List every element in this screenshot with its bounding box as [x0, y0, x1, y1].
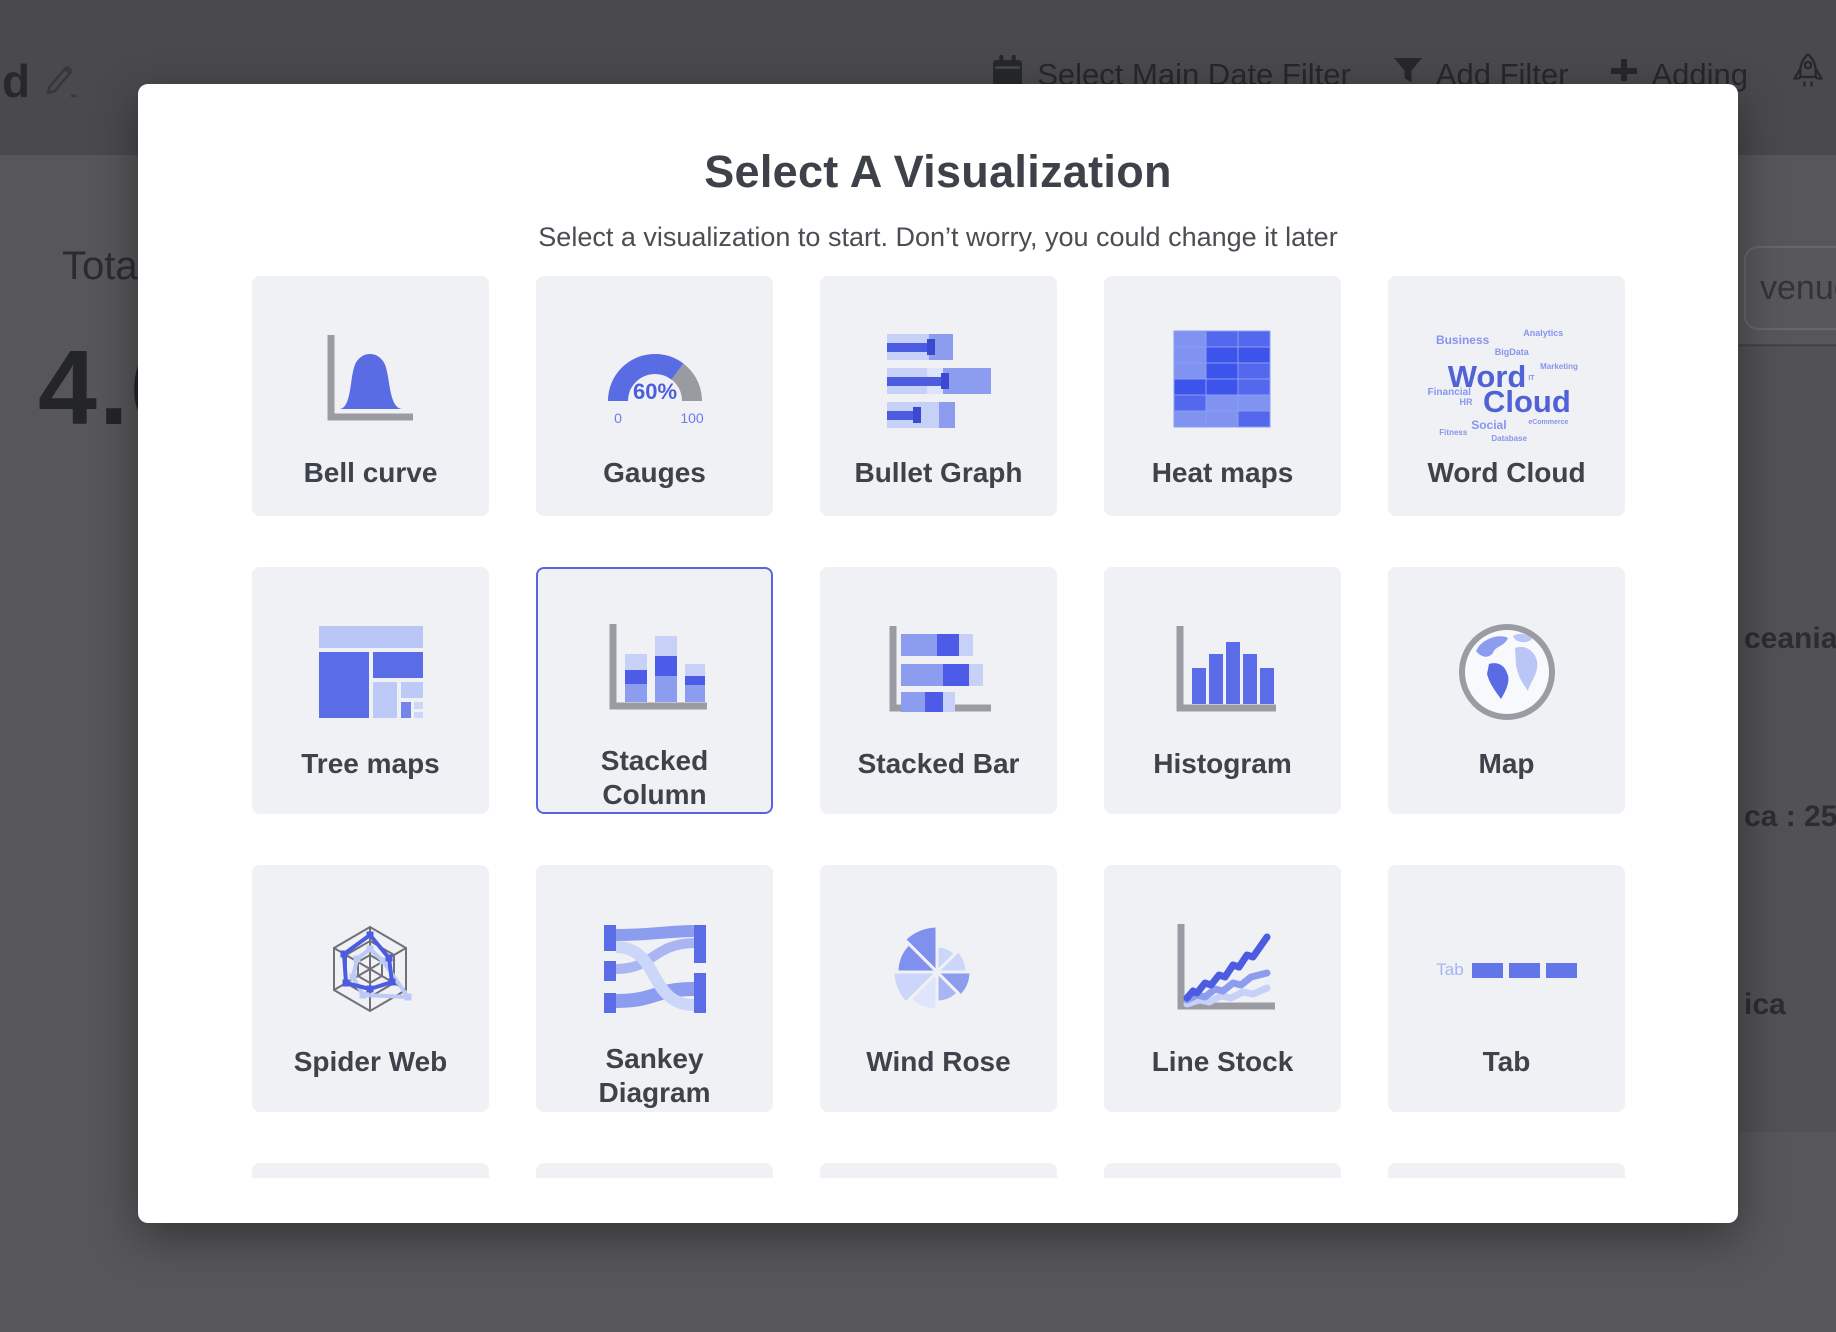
tab-icon: Tab	[1390, 911, 1623, 1029]
viz-card-label: Tree maps	[289, 747, 452, 781]
viz-card-partial[interactable]	[1388, 1163, 1625, 1178]
word-cloud-word: Marketing	[1540, 363, 1578, 371]
wind-rose-icon	[822, 911, 1055, 1029]
heat-maps-icon	[1106, 322, 1339, 440]
legend-item: ceania : 8	[1744, 622, 1836, 656]
viz-card-partial[interactable]	[536, 1163, 773, 1178]
viz-card-stacked-bar[interactable]: Stacked Bar	[820, 567, 1057, 814]
viz-card-wind-rose[interactable]: Wind Rose	[820, 865, 1057, 1112]
revenue-pill-button[interactable]: venue	[1744, 246, 1836, 330]
svg-text:60%: 60%	[632, 379, 676, 404]
spider-web-icon	[254, 911, 487, 1029]
background-metric-label: Tota	[62, 244, 138, 289]
dialog-title: Select A Visualization	[138, 84, 1738, 198]
sankey-diagram-icon	[538, 911, 771, 1026]
viz-card-sankey-diagram[interactable]: Sankey Diagram	[536, 865, 773, 1112]
viz-card-word-cloud[interactable]: BusinessAnalyticsBigDataWordMarketingITF…	[1388, 276, 1625, 516]
viz-grid: Bell curve 60% 0 100 Gauges Bullet Graph…	[252, 276, 1625, 1178]
viz-card-stacked-column[interactable]: Stacked Column	[536, 567, 773, 814]
word-cloud-word: Social	[1471, 419, 1506, 431]
svg-text:100: 100	[680, 410, 704, 426]
viz-card-label: Spider Web	[282, 1045, 460, 1079]
viz-card-label: Line Stock	[1140, 1045, 1306, 1079]
viz-card-spider-web[interactable]: Spider Web	[252, 865, 489, 1112]
page: { "background": { "dashboard_title_fragm…	[0, 0, 1836, 1332]
rocket-icon	[1790, 52, 1826, 98]
word-cloud-word: eCommerce	[1528, 419, 1568, 426]
viz-card-label: Bell curve	[292, 456, 450, 490]
dashboard-title-fragment: d	[2, 54, 30, 108]
revenue-pill-label: venue	[1760, 269, 1836, 308]
word-cloud-icon: BusinessAnalyticsBigDataWordMarketingITF…	[1390, 322, 1623, 440]
viz-card-partial[interactable]	[252, 1163, 489, 1178]
viz-card-bell-curve[interactable]: Bell curve	[252, 276, 489, 516]
word-cloud-word: BigData	[1495, 348, 1529, 357]
viz-card-label: Histogram	[1141, 747, 1303, 781]
viz-card-label: Gauges	[591, 456, 718, 490]
viz-card-label: Tab	[1471, 1045, 1543, 1079]
viz-card-gauges[interactable]: 60% 0 100 Gauges	[536, 276, 773, 516]
viz-card-line-stock[interactable]: Line Stock	[1104, 865, 1341, 1112]
word-cloud-word: Fitness	[1439, 429, 1467, 437]
gauges-icon: 60% 0 100	[538, 322, 771, 440]
word-cloud-word: Cloud	[1483, 386, 1571, 417]
word-cloud-word: Database	[1491, 435, 1527, 443]
viz-card-bullet-graph[interactable]: Bullet Graph	[820, 276, 1057, 516]
word-cloud-word: HR	[1459, 398, 1472, 407]
viz-card-map[interactable]: Map	[1388, 567, 1625, 814]
viz-card-label: Sankey Diagram	[538, 1042, 771, 1110]
viz-card-label: Map	[1467, 747, 1547, 781]
svg-text:0: 0	[614, 410, 622, 426]
legend-item: ca : 25.95	[1744, 800, 1836, 834]
edit-pencil-icon[interactable]	[42, 62, 78, 107]
stacked-bar-icon	[822, 613, 1055, 731]
map-icon	[1390, 613, 1623, 731]
word-cloud-word: Analytics	[1523, 329, 1563, 338]
viz-card-label: Stacked Column	[538, 744, 771, 812]
viz-card-label: Heat maps	[1140, 456, 1306, 490]
viz-card-label: Stacked Bar	[846, 747, 1032, 781]
bell-curve-icon	[254, 322, 487, 440]
background-divider	[1738, 344, 1836, 347]
legend-item: ica	[1744, 988, 1786, 1022]
viz-card-label: Word Cloud	[1415, 456, 1597, 490]
viz-card-partial[interactable]	[1104, 1163, 1341, 1178]
stacked-column-icon	[538, 613, 771, 728]
line-stock-icon	[1106, 911, 1339, 1029]
select-visualization-dialog: Select A Visualization Select a visualiz…	[138, 84, 1738, 1223]
word-cloud-word: Business	[1436, 334, 1489, 346]
viz-card-heat-maps[interactable]: Heat maps	[1104, 276, 1341, 516]
launch-button[interactable]	[1790, 52, 1826, 98]
viz-card-tab[interactable]: Tab Tab	[1388, 865, 1625, 1112]
tree-maps-icon	[254, 613, 487, 731]
dialog-subtitle: Select a visualization to start. Don’t w…	[138, 222, 1738, 253]
viz-card-label: Wind Rose	[854, 1045, 1022, 1079]
bullet-graph-icon	[822, 322, 1055, 440]
histogram-icon	[1106, 613, 1339, 731]
viz-card-partial[interactable]	[820, 1163, 1057, 1178]
viz-card-histogram[interactable]: Histogram	[1104, 567, 1341, 814]
viz-card-tree-maps[interactable]: Tree maps	[252, 567, 489, 814]
viz-card-label: Bullet Graph	[842, 456, 1034, 490]
word-cloud-word: IT	[1528, 375, 1534, 382]
